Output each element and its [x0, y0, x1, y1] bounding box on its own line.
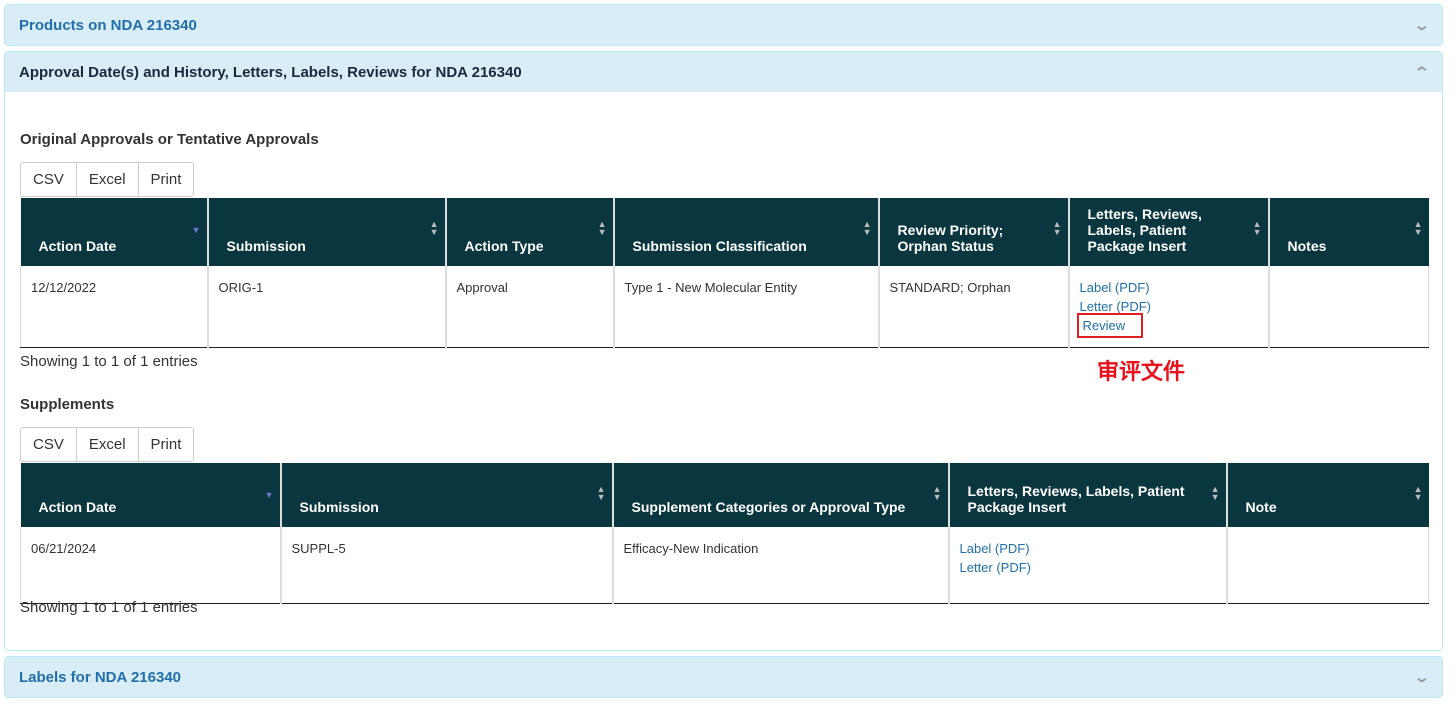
- csv-button[interactable]: CSV: [21, 163, 77, 196]
- chevron-down-icon[interactable]: ⌄: [1414, 17, 1430, 34]
- excel-button[interactable]: Excel: [77, 428, 139, 461]
- review-link[interactable]: Review: [1076, 313, 1143, 338]
- sort-icon: ▲ ▼: [1413, 219, 1423, 237]
- sort-icon: ▲ ▼: [932, 484, 942, 502]
- cell-submission: ORIG-1: [206, 266, 446, 348]
- original-table-info: Showing 1 to 1 of 1 entries: [20, 353, 198, 370]
- print-button[interactable]: Print: [139, 428, 194, 461]
- cell-classification: Type 1 - New Molecular Entity: [612, 266, 879, 348]
- csv-button[interactable]: CSV: [21, 428, 77, 461]
- chevron-down-icon[interactable]: ⌄: [1414, 669, 1430, 686]
- original-export-buttons: CSV Excel Print: [20, 162, 195, 197]
- supplements-table: Action Date ▼ Submission ▲ ▼ Supplement Cat…: [20, 463, 1429, 604]
- sort-icon: ▲ ▼: [1413, 484, 1423, 502]
- letter-pdf-link[interactable]: Letter (PDF): [1080, 297, 1258, 316]
- panel-title: Approval Date(s) and History, Letters, L…: [19, 63, 522, 81]
- label-pdf-link[interactable]: Label (PDF): [960, 539, 1216, 558]
- labels-panel: Labels for NDA 216340 ⌄: [4, 656, 1443, 698]
- cell-action-date: 06/21/2024: [20, 527, 281, 604]
- sort-icon: ▲ ▼: [862, 219, 872, 237]
- cell-notes: [1267, 266, 1429, 348]
- column-header-submission[interactable]: Submission ▲ ▼: [279, 463, 613, 527]
- sort-desc-icon: ▼: [264, 490, 274, 500]
- cell-category: Efficacy-New Indication: [611, 527, 949, 604]
- review-annotation: 审评文件: [1097, 359, 1186, 384]
- supplements-heading: Supplements: [20, 396, 115, 413]
- approval-panel-header[interactable]: Approval Date(s) and History, Letters, L…: [5, 52, 1442, 92]
- cell-links: Label (PDF) Letter (PDF): [947, 527, 1227, 604]
- column-header-supplement-categories[interactable]: Supplement Categories or Approval Type ▲ ▼: [611, 463, 949, 527]
- cell-links: Label (PDF) Letter (PDF) Review: [1067, 266, 1269, 348]
- print-button[interactable]: Print: [139, 163, 194, 196]
- cell-submission: SUPPL-5: [279, 527, 613, 604]
- column-header-action-date[interactable]: Action Date ▼: [20, 198, 208, 266]
- letter-pdf-link[interactable]: Letter (PDF): [960, 558, 1216, 577]
- chevron-up-icon[interactable]: ⌃: [1414, 64, 1430, 81]
- cell-action-type: Approval: [444, 266, 614, 348]
- original-approvals-table: Action Date ▼ Submission ▲ ▼ Action Type ▲ ▼ …: [20, 198, 1429, 348]
- column-header-submission[interactable]: Submission ▲ ▼: [206, 198, 446, 266]
- sort-icon: ▲ ▼: [597, 219, 607, 237]
- sort-icon: ▲ ▼: [1210, 484, 1220, 502]
- sort-icon: ▲ ▼: [429, 219, 439, 237]
- table-row: 06/21/2024 SUPPL-5 Efficacy-New Indicati…: [20, 527, 1429, 604]
- cell-action-date: 12/12/2022: [20, 266, 208, 348]
- column-header-classification[interactable]: Submission Classification ▲ ▼: [612, 198, 879, 266]
- products-panel-header[interactable]: Products on NDA 216340 ⌄: [5, 5, 1442, 45]
- table-row: 12/12/2022 ORIG-1 Approval Type 1 - New …: [20, 266, 1429, 348]
- sort-icon: ▲ ▼: [1252, 219, 1262, 237]
- column-header-review-priority[interactable]: Review Priority; Orphan Status ▲ ▼: [877, 198, 1069, 266]
- panel-title: Labels for NDA 216340: [19, 668, 182, 686]
- column-header-action-date[interactable]: Action Date ▼: [20, 463, 281, 527]
- column-header-action-type[interactable]: Action Type ▲ ▼: [444, 198, 614, 266]
- sort-icon: ▲ ▼: [596, 484, 606, 502]
- cell-note: [1225, 527, 1429, 604]
- products-panel: Products on NDA 216340 ⌄: [4, 4, 1443, 46]
- column-header-letters[interactable]: Letters, Reviews, Labels, Patient Packag…: [947, 463, 1227, 527]
- original-approvals-heading: Original Approvals or Tentative Approval…: [20, 131, 319, 148]
- column-header-letters[interactable]: Letters, Reviews, Labels, Patient Packag…: [1067, 198, 1269, 266]
- column-header-note[interactable]: Note ▲ ▼: [1225, 463, 1429, 527]
- supplements-export-buttons: CSV Excel Print: [20, 427, 195, 462]
- approval-panel: Approval Date(s) and History, Letters, L…: [4, 51, 1443, 651]
- excel-button[interactable]: Excel: [77, 163, 139, 196]
- panel-title: Products on NDA 216340: [19, 16, 197, 34]
- label-pdf-link[interactable]: Label (PDF): [1080, 278, 1258, 297]
- labels-panel-header[interactable]: Labels for NDA 216340 ⌄: [5, 657, 1442, 697]
- column-header-notes[interactable]: Notes ▲ ▼: [1267, 198, 1429, 266]
- sort-desc-icon: ▼: [191, 225, 201, 235]
- supplements-table-info: Showing 1 to 1 of 1 entries: [20, 599, 198, 616]
- sort-icon: ▲ ▼: [1052, 219, 1062, 237]
- cell-priority: STANDARD; Orphan: [877, 266, 1069, 348]
